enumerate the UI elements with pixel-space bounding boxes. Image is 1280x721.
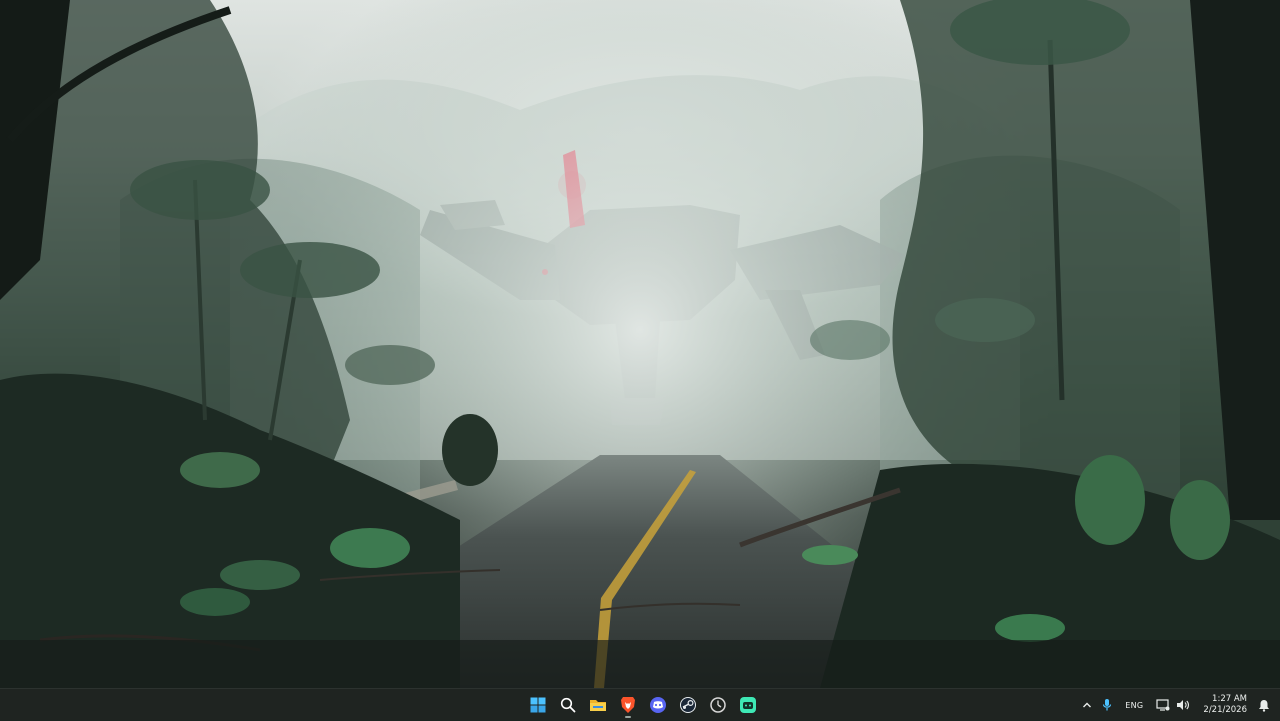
search-button[interactable] xyxy=(554,691,582,719)
clock-app-button[interactable] xyxy=(704,691,732,719)
notification-bell-icon xyxy=(1259,699,1269,712)
network-icon xyxy=(1156,699,1170,711)
microphone-icon xyxy=(1103,699,1112,711)
start-button[interactable] xyxy=(524,691,552,719)
brave-browser-button[interactable] xyxy=(614,691,642,719)
steam-icon xyxy=(680,697,696,713)
game-app-button[interactable] xyxy=(734,691,762,719)
taskbar: ENG 1:27 AM 2/21/2026 xyxy=(0,688,1280,720)
folder-icon xyxy=(590,700,606,711)
clock-time: 1:27 AM xyxy=(1212,694,1247,704)
taskbar-app-area xyxy=(524,689,762,721)
discord-icon xyxy=(650,697,666,713)
steam-button[interactable] xyxy=(674,691,702,719)
network-volume-button[interactable] xyxy=(1151,691,1195,719)
system-tray: ENG 1:27 AM 2/21/2026 xyxy=(1077,689,1280,721)
show-hidden-icons-button[interactable] xyxy=(1077,691,1097,719)
discord-button[interactable] xyxy=(644,691,672,719)
search-icon xyxy=(560,697,576,713)
brave-lion-icon xyxy=(621,697,635,713)
stopwatch-icon xyxy=(710,697,726,713)
clock-date[interactable]: 1:27 AM 2/21/2026 xyxy=(1195,694,1253,716)
clock-date-text: 2/21/2026 xyxy=(1203,705,1247,715)
file-explorer-button[interactable] xyxy=(584,691,612,719)
volume-icon xyxy=(1177,700,1190,710)
desktop[interactable] xyxy=(0,0,1280,688)
gamepad-icon xyxy=(740,697,756,713)
language-indicator[interactable]: ENG xyxy=(1117,691,1151,719)
chevron-up-icon xyxy=(1083,702,1092,708)
windows-start-icon xyxy=(530,697,546,713)
microphone-button[interactable] xyxy=(1097,691,1117,719)
notifications-button[interactable] xyxy=(1253,691,1280,719)
wallpaper xyxy=(0,0,1280,688)
